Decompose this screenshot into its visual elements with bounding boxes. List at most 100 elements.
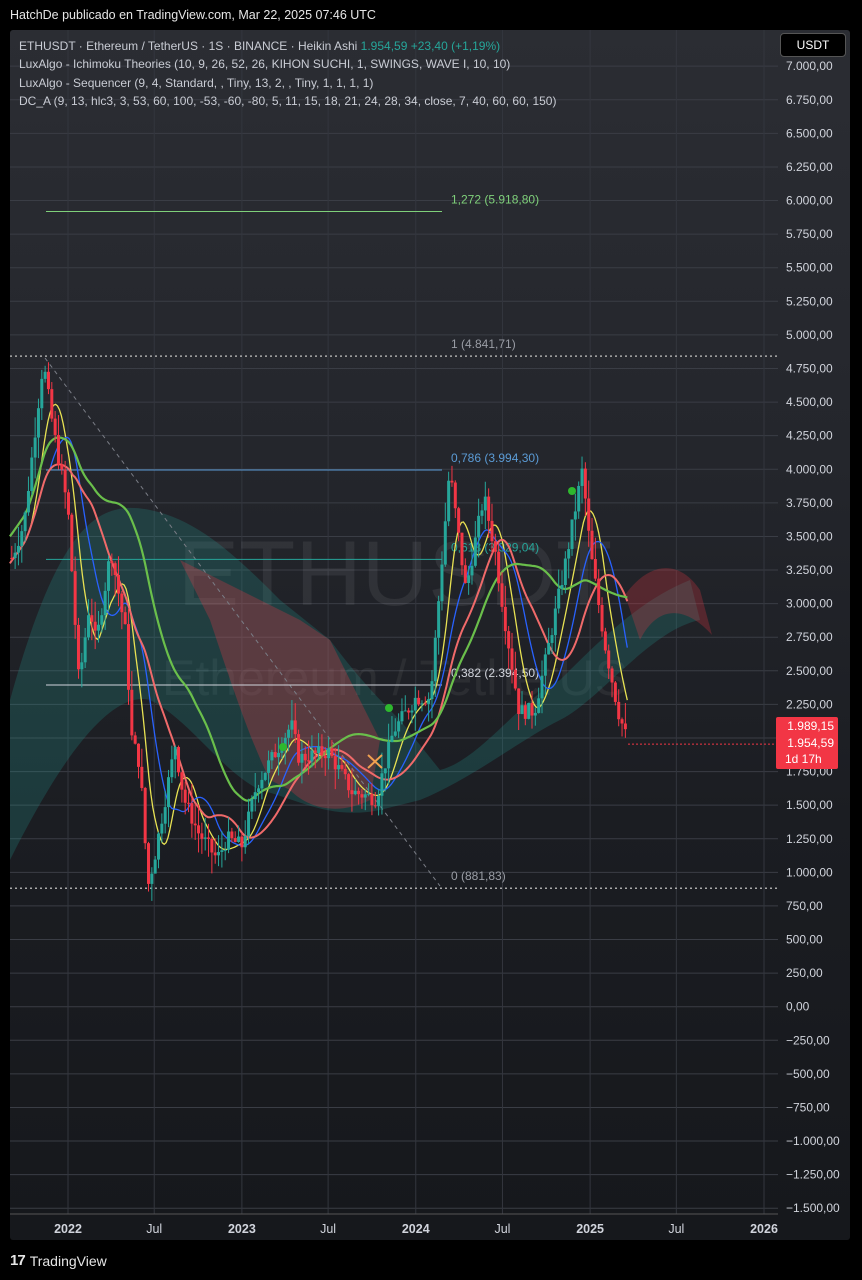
candle-body bbox=[130, 689, 134, 736]
candle-body bbox=[157, 833, 161, 860]
candle-body bbox=[227, 831, 231, 850]
y-tick-label: 500,00 bbox=[786, 933, 823, 947]
chart-legend: ETHUSDT · Ethereum / TetherUS · 1S · BIN… bbox=[19, 37, 556, 110]
y-tick-label: 5.250,00 bbox=[786, 294, 833, 308]
candle-body bbox=[197, 825, 201, 834]
last-price-tag: 1.989,15 1.954,59 1d 17h bbox=[776, 717, 838, 769]
candle-body bbox=[93, 621, 97, 631]
candle-body bbox=[403, 710, 407, 712]
legend-indicator-dca[interactable]: DC_A (9, 13, hlc3, 3, 53, 60, 100, -53, … bbox=[19, 92, 556, 110]
candle-body bbox=[123, 612, 127, 625]
candle-body bbox=[110, 561, 114, 564]
y-tick-label: 6.750,00 bbox=[786, 93, 833, 107]
legend-last-price: 1.954,59 bbox=[360, 39, 408, 53]
candle-body bbox=[330, 748, 334, 757]
candle-body bbox=[127, 624, 131, 690]
candle-body bbox=[493, 541, 497, 552]
candle-body bbox=[357, 790, 361, 795]
candle-body bbox=[207, 837, 211, 839]
candle-body bbox=[607, 650, 611, 669]
candle-body bbox=[550, 635, 554, 643]
candle-body bbox=[597, 578, 601, 605]
candle-body bbox=[497, 551, 501, 584]
candle-body bbox=[140, 766, 144, 788]
candle-body bbox=[473, 537, 477, 566]
candle-body bbox=[203, 837, 207, 839]
legend-indicator-ichimoku[interactable]: LuxAlgo - Ichimoku Theories (10, 9, 26, … bbox=[19, 55, 556, 73]
candle-body bbox=[70, 514, 74, 572]
price-chart[interactable]: 7.000,00 6.750,00 6.500,00 6.250,00 6.000,00… bbox=[0, 0, 862, 1280]
candle-body bbox=[510, 648, 514, 670]
y-tick-label: 5.750,00 bbox=[786, 227, 833, 241]
candle-body bbox=[237, 836, 241, 842]
candle-body bbox=[353, 790, 357, 795]
candle-body bbox=[553, 608, 557, 636]
legend-symbol-line[interactable]: ETHUSDT · Ethereum / TetherUS · 1S · BIN… bbox=[19, 37, 556, 55]
legend-indicator-sequencer[interactable]: LuxAlgo - Sequencer (9, 4, Standard, , T… bbox=[19, 74, 556, 92]
y-tick-label: 1.000,00 bbox=[786, 865, 833, 879]
y-tick-label: 6.000,00 bbox=[786, 194, 833, 208]
candle-body bbox=[313, 750, 317, 754]
candle-body bbox=[10, 557, 14, 559]
candle-body bbox=[187, 802, 191, 804]
candle-body bbox=[487, 496, 491, 521]
candle-body bbox=[413, 697, 417, 711]
candle-body bbox=[310, 750, 314, 762]
y-tick-label: 250,00 bbox=[786, 966, 823, 980]
candle-body bbox=[467, 575, 471, 584]
candle-body bbox=[190, 803, 194, 824]
candle-body bbox=[430, 681, 434, 700]
candle-body bbox=[367, 793, 371, 795]
candle-body bbox=[300, 753, 304, 763]
candle-body bbox=[150, 873, 154, 884]
price-tag-last: 1.954,59 bbox=[787, 735, 834, 750]
candle-body bbox=[163, 807, 167, 824]
candle-body bbox=[167, 777, 171, 808]
candle-body bbox=[217, 851, 221, 856]
candle-body bbox=[450, 480, 454, 483]
candle-body bbox=[153, 859, 157, 874]
candle-body bbox=[400, 711, 404, 722]
candle-body bbox=[287, 729, 291, 738]
signal-dot-icon bbox=[279, 743, 287, 751]
candle-body bbox=[373, 805, 377, 807]
candle-body bbox=[327, 748, 331, 759]
y-tick-label: −1.500,00 bbox=[786, 1201, 840, 1215]
candle-body bbox=[103, 590, 107, 616]
candle-body bbox=[623, 723, 627, 730]
candle-body bbox=[270, 752, 274, 761]
candle-body bbox=[557, 588, 561, 609]
y-tick-label: 4.000,00 bbox=[786, 462, 833, 476]
candle-body bbox=[483, 496, 487, 511]
candle-body bbox=[477, 515, 481, 538]
candle-body bbox=[407, 710, 411, 713]
candle-body bbox=[457, 508, 461, 533]
candle-body bbox=[350, 790, 354, 795]
candle-body bbox=[340, 765, 344, 769]
candle-body bbox=[160, 823, 164, 834]
currency-button[interactable]: USDT bbox=[780, 33, 846, 57]
candle-body bbox=[560, 585, 564, 589]
fib-level-label: 0,786 (3.994,30) bbox=[451, 451, 539, 465]
y-tick-label: 7.000,00 bbox=[786, 59, 833, 73]
candle-body bbox=[437, 601, 441, 638]
candle-body bbox=[427, 699, 431, 704]
candle-body bbox=[323, 755, 327, 759]
y-tick-label: 3.000,00 bbox=[786, 597, 833, 611]
candle-body bbox=[527, 703, 531, 719]
candle-body bbox=[220, 850, 224, 852]
legend-symbol: ETHUSDT · Ethereum / TetherUS · 1S · BIN… bbox=[19, 39, 358, 53]
candle-body bbox=[60, 464, 64, 470]
candle-body bbox=[577, 485, 581, 512]
candle-body bbox=[113, 563, 117, 576]
candle-body bbox=[530, 703, 534, 716]
footer-branding[interactable]: 17 TradingView bbox=[10, 1252, 107, 1269]
y-tick-label: 1.500,00 bbox=[786, 798, 833, 812]
candle-body bbox=[603, 631, 607, 651]
candle-body bbox=[370, 793, 374, 806]
candle-body bbox=[80, 662, 84, 670]
candle-body bbox=[66, 492, 70, 515]
candle-body bbox=[90, 615, 94, 622]
candle-body bbox=[447, 480, 451, 522]
candle-body bbox=[76, 624, 80, 670]
